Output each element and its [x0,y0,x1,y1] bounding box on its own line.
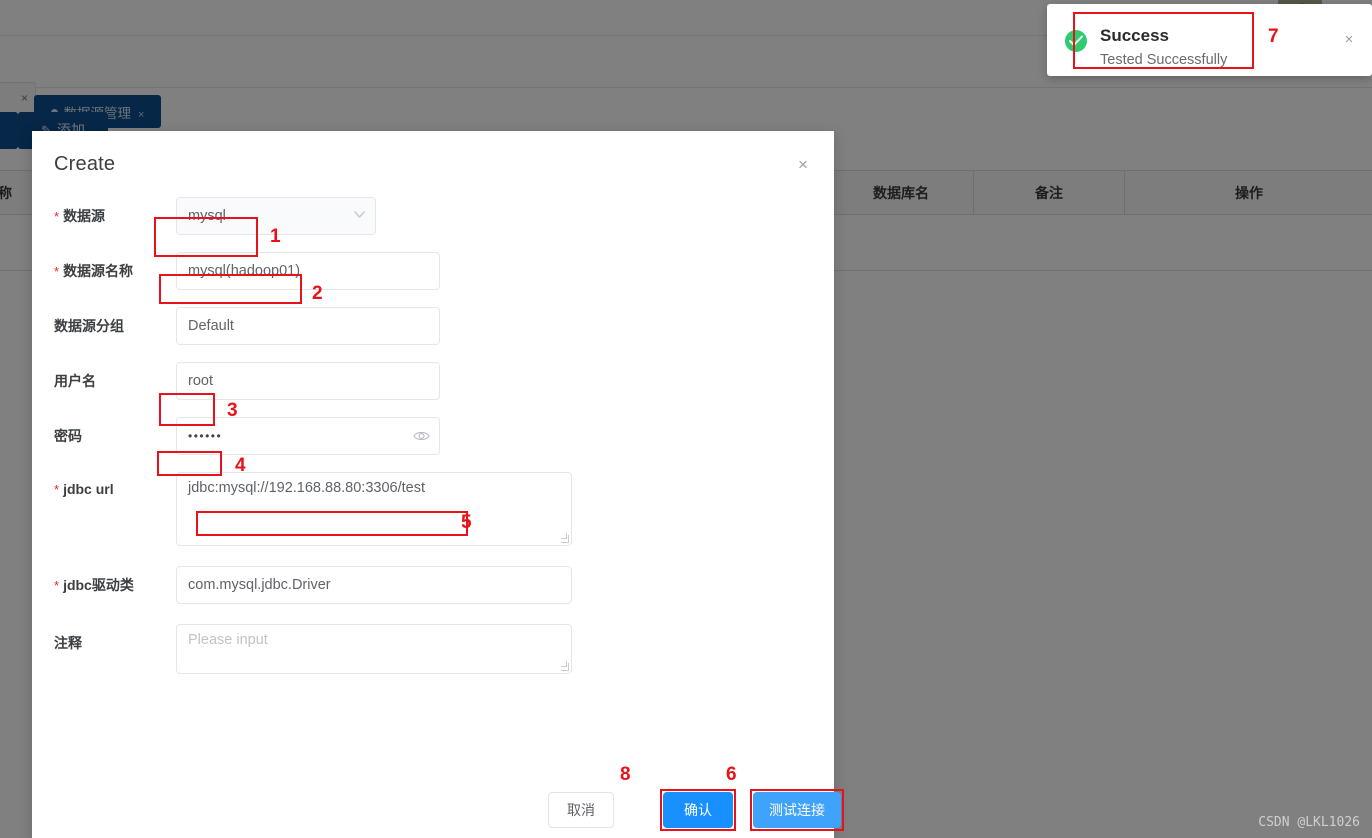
eye-icon[interactable] [413,428,430,444]
success-notification: Success Tested Successfully × 7 [1047,4,1372,76]
datasource-name-input[interactable]: mysql(hadoop01) [176,252,440,290]
confirm-button[interactable]: 确认 [663,792,733,828]
dialog-header: Create × [32,131,834,197]
cancel-button[interactable]: 取消 [548,792,614,828]
field-label-username: 用户名 [54,373,96,389]
notification-title: Success [1100,26,1169,45]
username-input[interactable]: root [176,362,440,400]
datasource-group-input[interactable]: Default [176,307,440,345]
field-row-comment: 注释 Please input [54,624,812,674]
field-control-datasource-group: Default [176,307,440,345]
field-label-datasource-type: * 数据源 [54,208,106,224]
field-label-jdbc-driver: * jdbc驱动类 [54,577,134,593]
test-connection-button[interactable]: 测试连接 [753,792,841,828]
annotation-number-8: 8 [620,764,631,785]
required-marker: * [54,482,60,497]
field-row-jdbc-driver: * jdbc驱动类 com.mysql.jdbc.Driver [54,566,812,604]
password-input[interactable]: •••••• [176,417,440,455]
required-marker: * [54,264,60,279]
annotation-number-6: 6 [726,764,737,785]
watermark: CSDN @LKL1026 [1258,815,1360,830]
field-row-password: 密码 •••••• [54,417,812,455]
field-label-jdbc-url: * jdbc url [54,481,114,497]
jdbc-url-textarea[interactable]: jdbc:mysql://192.168.88.80:3306/test [176,472,572,546]
comment-placeholder: Please input [188,632,268,648]
annotation-number-4: 4 [235,455,246,476]
annotation-number-1: 1 [270,226,281,247]
field-control-jdbc-url: jdbc:mysql://192.168.88.80:3306/test [176,472,572,546]
field-label-password: 密码 [54,428,82,444]
annotation-number-7: 7 [1268,26,1279,47]
comment-textarea[interactable]: Please input [176,624,572,674]
field-control-jdbc-driver: com.mysql.jdbc.Driver [176,566,572,604]
resize-handle-icon[interactable] [561,533,569,543]
field-label-datasource-group: 数据源分组 [54,318,124,334]
notification-description: Tested Successfully [1100,52,1228,68]
field-control-password: •••••• [176,417,440,455]
field-label-datasource-name: * 数据源名称 [54,263,134,279]
dialog-title: Create [54,153,116,175]
dialog-body: * 数据源 mysql * 数据源名称 mysql(hadoop01) 数据源分组 [32,197,834,674]
required-marker: * [54,209,60,224]
annotation-number-5: 5 [461,512,472,533]
annotation-number-2: 2 [312,283,323,304]
field-row-username: 用户名 root [54,362,812,400]
dialog-footer: 取消 确认 测试连接 8 6 [32,764,844,838]
chevron-down-icon[interactable] [354,211,365,218]
field-control-comment: Please input [176,624,572,674]
close-icon[interactable]: × [1341,32,1357,48]
create-datasource-dialog: Create × * 数据源 mysql * 数据源名称 mysql(hadoop0… [32,131,844,838]
annotation-number-3: 3 [227,400,238,421]
field-control-username: root [176,362,440,400]
resize-handle-icon[interactable] [561,661,569,671]
close-icon[interactable]: × [792,154,814,176]
field-label-comment: 注释 [54,635,82,651]
field-row-datasource-group: 数据源分组 Default [54,307,812,345]
field-row-datasource-name: * 数据源名称 mysql(hadoop01) [54,252,812,290]
field-control-datasource-name: mysql(hadoop01) [176,252,440,290]
check-circle-icon [1065,30,1087,52]
required-marker: * [54,578,60,593]
field-row-datasource-type: * 数据源 mysql [54,197,812,235]
jdbc-url-value: jdbc:mysql://192.168.88.80:3306/test [188,480,425,496]
field-row-jdbc-url: * jdbc url jdbc:mysql://192.168.88.80:330… [54,472,812,546]
jdbc-driver-input[interactable]: com.mysql.jdbc.Driver [176,566,572,604]
